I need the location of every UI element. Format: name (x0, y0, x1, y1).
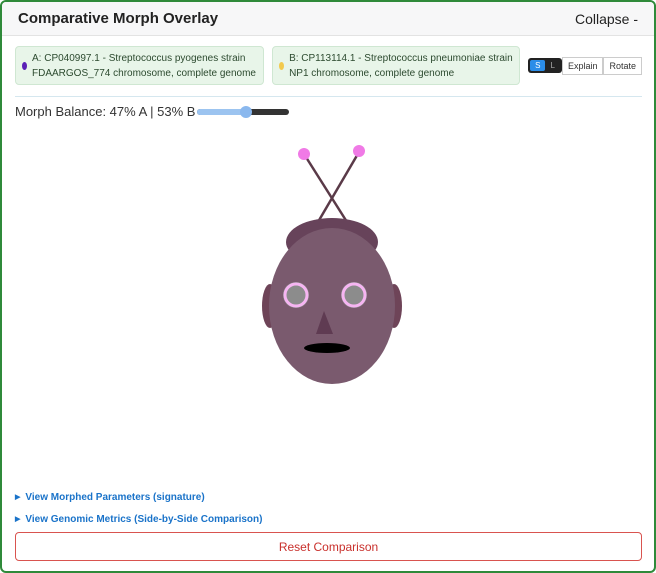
head (269, 228, 395, 384)
antenna-ball-left (298, 148, 310, 160)
morphed-face-illustration (262, 145, 402, 384)
reset-comparison-button[interactable]: Reset Comparison (15, 532, 642, 561)
antenna-left (302, 153, 349, 223)
antenna-ball-right (353, 145, 365, 157)
morph-panel: Comparative Morph Overlay Collapse - A: … (0, 0, 656, 573)
eye-left (283, 282, 309, 308)
eye-right (341, 282, 367, 308)
mouth (304, 343, 350, 353)
morphed-parameters-toggle[interactable]: View Morphed Parameters (signature) (15, 492, 204, 503)
genomic-metrics-toggle[interactable]: View Genomic Metrics (Side-by-Side Compa… (15, 514, 262, 525)
